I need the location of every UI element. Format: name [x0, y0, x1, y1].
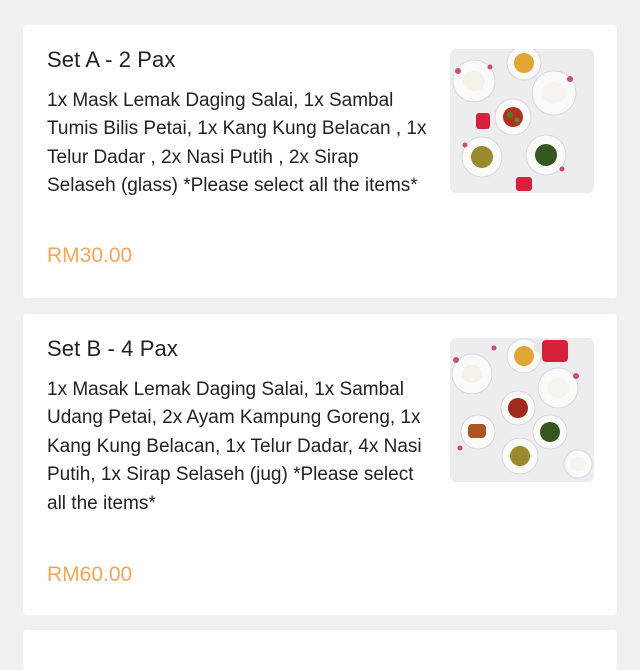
food-photo-icon[interactable]: [450, 49, 594, 193]
food-photo-icon[interactable]: [450, 338, 594, 482]
menu-item-description: 1x Mask Lemak Daging Salai, 1x Sambal Tu…: [47, 90, 427, 197]
menu-item-title: Set B - 4 Pax: [47, 336, 178, 361]
menu-item-title: Set A - 2 Pax: [47, 47, 176, 72]
menu-item-price: RM30.00: [47, 244, 133, 267]
menu-item-card-set-b[interactable]: Set B - 4 Pax 1x Masak Lemak Daging Sala…: [23, 314, 617, 615]
menu-item-description: 1x Masak Lemak Daging Salai, 1x Sambal U…: [47, 379, 422, 514]
menu-item-card-partial[interactable]: [23, 630, 617, 670]
menu-item-card-set-a[interactable]: Set A - 2 Pax 1x Mask Lemak Daging Salai…: [23, 25, 617, 298]
menu-item-price: RM60.00: [47, 563, 133, 586]
